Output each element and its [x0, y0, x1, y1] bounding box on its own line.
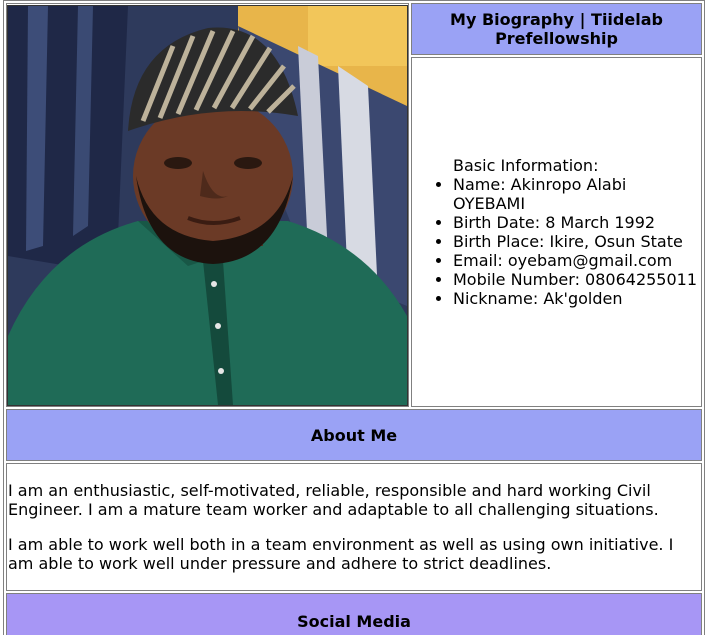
info-item-birth-date: Birth Date: 8 March 1992 [453, 213, 701, 232]
profile-photo [7, 4, 408, 406]
info-item-email: Email: oyebam@gmail.com [453, 251, 701, 270]
about-content: I am an enthusiastic, self-motivated, re… [6, 463, 702, 591]
info-item-name: Name: Akinropo Alabi OYEBAMI [453, 175, 701, 213]
basic-info-cell: Basic Information: Name: Akinropo Alabi … [411, 57, 702, 407]
page-title-text: My Biography | Tiidelab Prefellowship [450, 10, 663, 48]
page-title: My Biography | Tiidelab Prefellowship [411, 3, 702, 55]
about-paragraph: I am an enthusiastic, self-motivated, re… [8, 481, 659, 519]
social-media-heading: Social Media [6, 593, 702, 635]
social-media-heading-text: Social Media [297, 612, 411, 631]
about-heading: About Me [6, 409, 702, 461]
basic-info-heading: Basic Information: [453, 156, 599, 175]
biography-table: My Biography | Tiidelab Prefellowship Ba… [3, 0, 705, 635]
info-item-mobile: Mobile Number: 08064255011 [453, 270, 701, 289]
about-paragraph: I am able to work well both in a team en… [8, 535, 674, 573]
info-item-nickname: Nickname: Ak'golden [453, 289, 701, 308]
about-heading-text: About Me [310, 425, 398, 445]
basic-info-list: Name: Akinropo Alabi OYEBAMI Birth Date:… [412, 175, 701, 308]
profile-photo-cell [6, 3, 409, 407]
biography-page: My Biography | Tiidelab Prefellowship Ba… [0, 0, 706, 635]
info-item-birth-place: Birth Place: Ikire, Osun State [453, 232, 701, 251]
